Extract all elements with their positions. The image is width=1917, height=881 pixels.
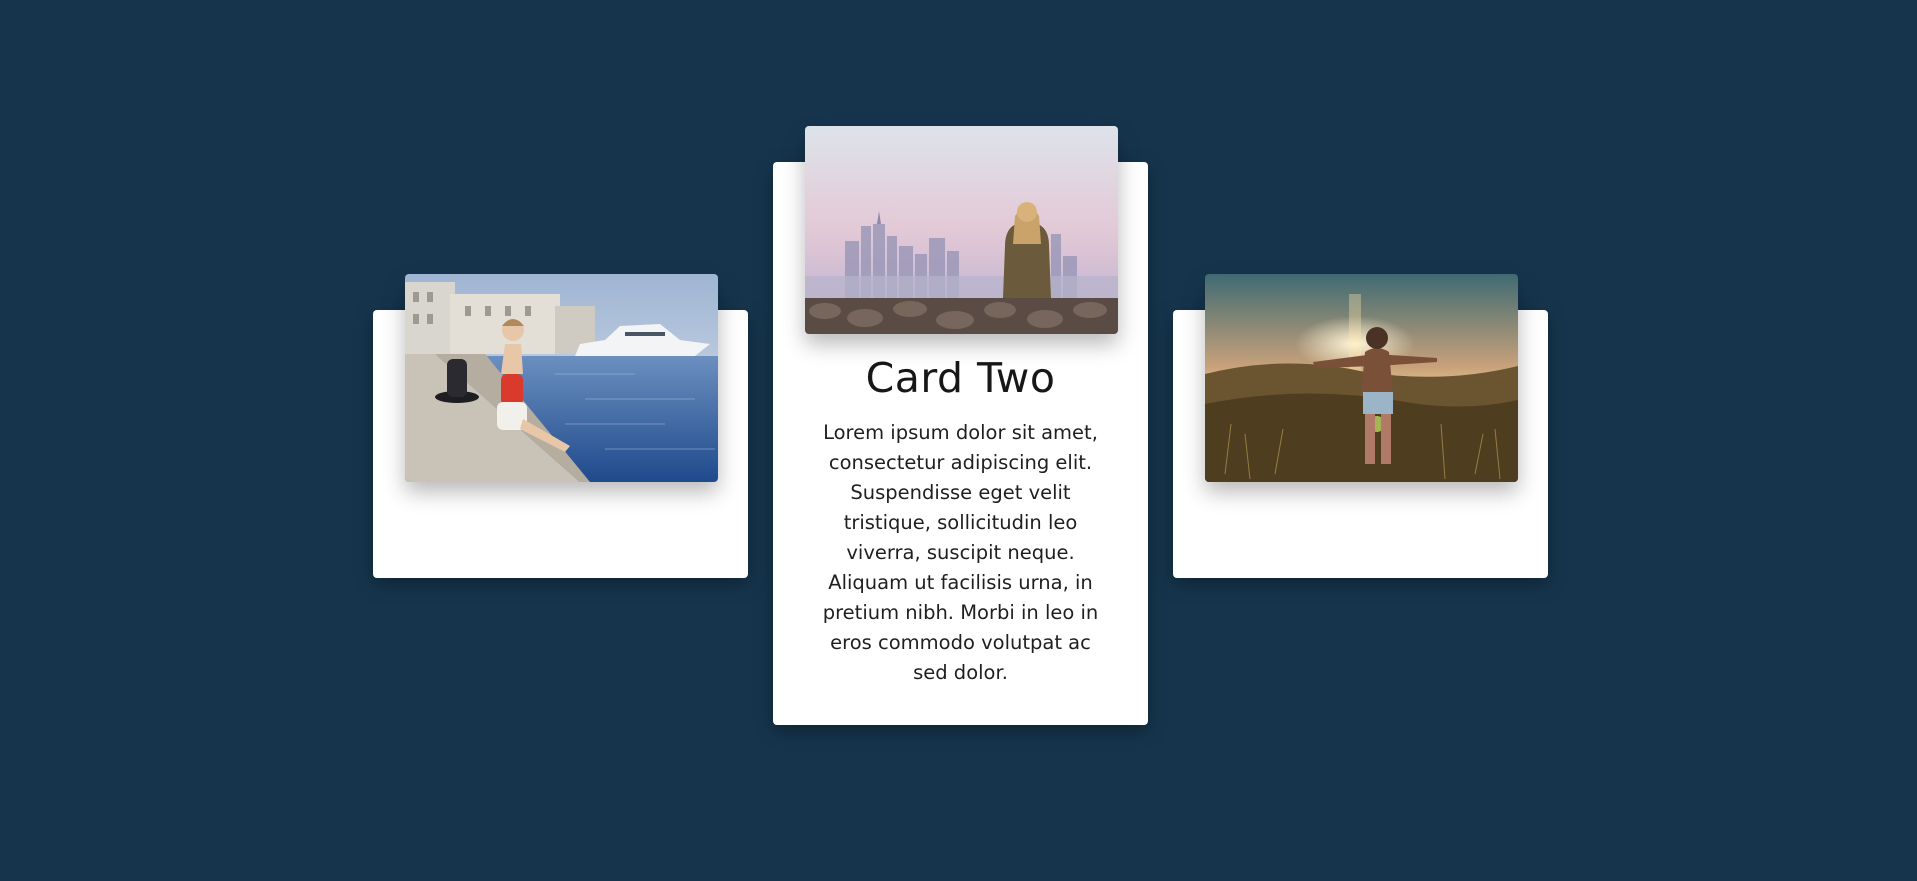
card-one[interactable] — [373, 274, 748, 578]
card-three[interactable] — [1173, 274, 1548, 578]
card-two-image — [805, 126, 1118, 334]
card-two-text: Lorem ipsum dolor sit amet, consectetur … — [822, 421, 1099, 684]
page-background: Card Two Lorem ipsum dolor sit amet, con… — [0, 0, 1917, 881]
card-two-title: Card Two — [865, 354, 1056, 402]
card-three-image — [1205, 274, 1518, 482]
card-two[interactable]: Card Two Lorem ipsum dolor sit amet, con… — [773, 126, 1148, 725]
card-one-image — [405, 274, 718, 482]
